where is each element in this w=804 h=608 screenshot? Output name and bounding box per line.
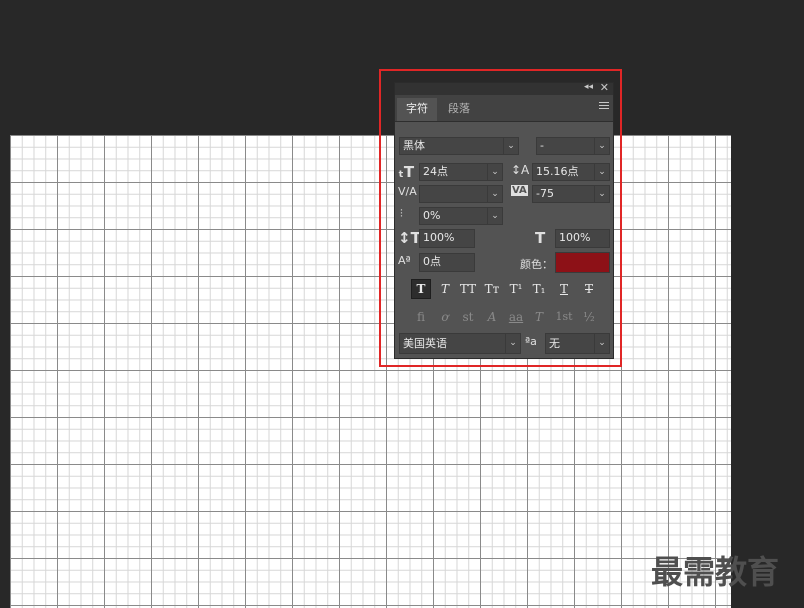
watermark: 最需教育 [651,553,780,591]
highlight-box [379,69,622,367]
document-canvas-grid[interactable] [10,135,731,608]
